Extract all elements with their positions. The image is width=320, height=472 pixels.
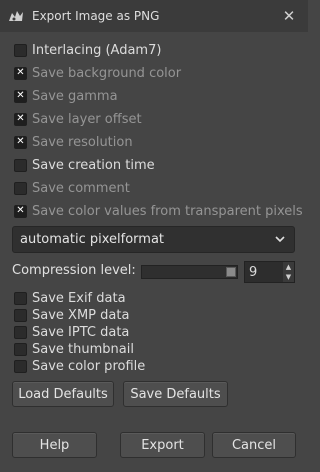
checkbox-box[interactable] (14, 43, 27, 57)
save-background-color-checkbox[interactable]: ✕ Save background color (14, 63, 181, 83)
checkbox-box[interactable] (14, 359, 27, 373)
save-color-profile-checkbox[interactable]: Save color profile (14, 356, 145, 376)
dialog-content: Interlacing (Adam7) ✕ Save background co… (0, 32, 308, 472)
checkbox-box[interactable] (14, 181, 27, 195)
title-bar: Export Image as PNG ✕ (0, 0, 308, 32)
checkbox-label: Interlacing (Adam7) (32, 42, 162, 58)
slider-fill (142, 266, 228, 278)
checkbox-label: Save background color (32, 65, 182, 81)
checkbox-box[interactable] (14, 158, 27, 172)
save-defaults-button[interactable]: Save Defaults (123, 381, 228, 407)
close-icon[interactable]: ✕ (278, 6, 300, 26)
decrement-icon[interactable]: ▼ (283, 272, 294, 282)
checkbox-box[interactable] (14, 325, 27, 339)
compression-level-label: Compression level: (12, 263, 136, 278)
save-resolution-checkbox[interactable]: ✕ Save resolution (14, 132, 133, 152)
save-transparent-color-values-checkbox[interactable]: ✕ Save color values from transparent pix… (14, 201, 303, 221)
interlacing-checkbox[interactable]: Interlacing (Adam7) (14, 40, 161, 60)
slider-handle[interactable] (226, 267, 236, 277)
compression-spinbox[interactable]: 9 ▲ ▼ (244, 261, 295, 283)
checkbox-label: Save color profile (32, 358, 146, 374)
spinbox-arrows[interactable]: ▲ ▼ (283, 262, 294, 282)
checkbox-label: Save color values from transparent pixel… (32, 203, 303, 219)
checkbox-box[interactable]: ✕ (14, 89, 27, 103)
save-layer-offset-checkbox[interactable]: ✕ Save layer offset (14, 109, 142, 129)
checkbox-label: Save Exif data (32, 290, 126, 306)
load-defaults-button[interactable]: Load Defaults (12, 381, 114, 407)
compression-slider[interactable] (141, 265, 238, 279)
save-gamma-checkbox[interactable]: ✕ Save gamma (14, 86, 118, 106)
checkbox-box[interactable]: ✕ (14, 204, 27, 218)
save-creation-time-checkbox[interactable]: Save creation time (14, 155, 155, 175)
checkbox-label: Save comment (32, 180, 130, 196)
checkbox-label: Save gamma (32, 88, 118, 104)
checkbox-box[interactable] (14, 342, 27, 356)
export-button[interactable]: Export (120, 432, 205, 458)
checkbox-label: Save layer offset (32, 111, 142, 127)
checkbox-label: Save creation time (32, 157, 155, 173)
window-title: Export Image as PNG (32, 9, 160, 23)
checkbox-box[interactable] (14, 291, 27, 305)
checkbox-label: Save IPTC data (32, 324, 130, 340)
gimp-app-icon (9, 11, 23, 21)
help-button[interactable]: Help (12, 432, 97, 458)
checkbox-box[interactable]: ✕ (14, 112, 27, 126)
dropdown-value: automatic pixelformat (20, 232, 165, 247)
save-comment-checkbox[interactable]: Save comment (14, 178, 130, 198)
checkbox-box[interactable] (14, 308, 27, 322)
checkbox-label: Save resolution (32, 134, 133, 150)
checkbox-box[interactable]: ✕ (14, 66, 27, 80)
pixelformat-dropdown[interactable]: automatic pixelformat (12, 226, 295, 253)
checkbox-label: Save thumbnail (32, 341, 134, 357)
checkbox-label: Save XMP data (32, 307, 130, 323)
chevron-down-icon (275, 236, 285, 243)
spinbox-value: 9 (249, 264, 258, 280)
checkbox-box[interactable]: ✕ (14, 135, 27, 149)
cancel-button[interactable]: Cancel (212, 432, 296, 458)
increment-icon[interactable]: ▲ (283, 262, 294, 272)
